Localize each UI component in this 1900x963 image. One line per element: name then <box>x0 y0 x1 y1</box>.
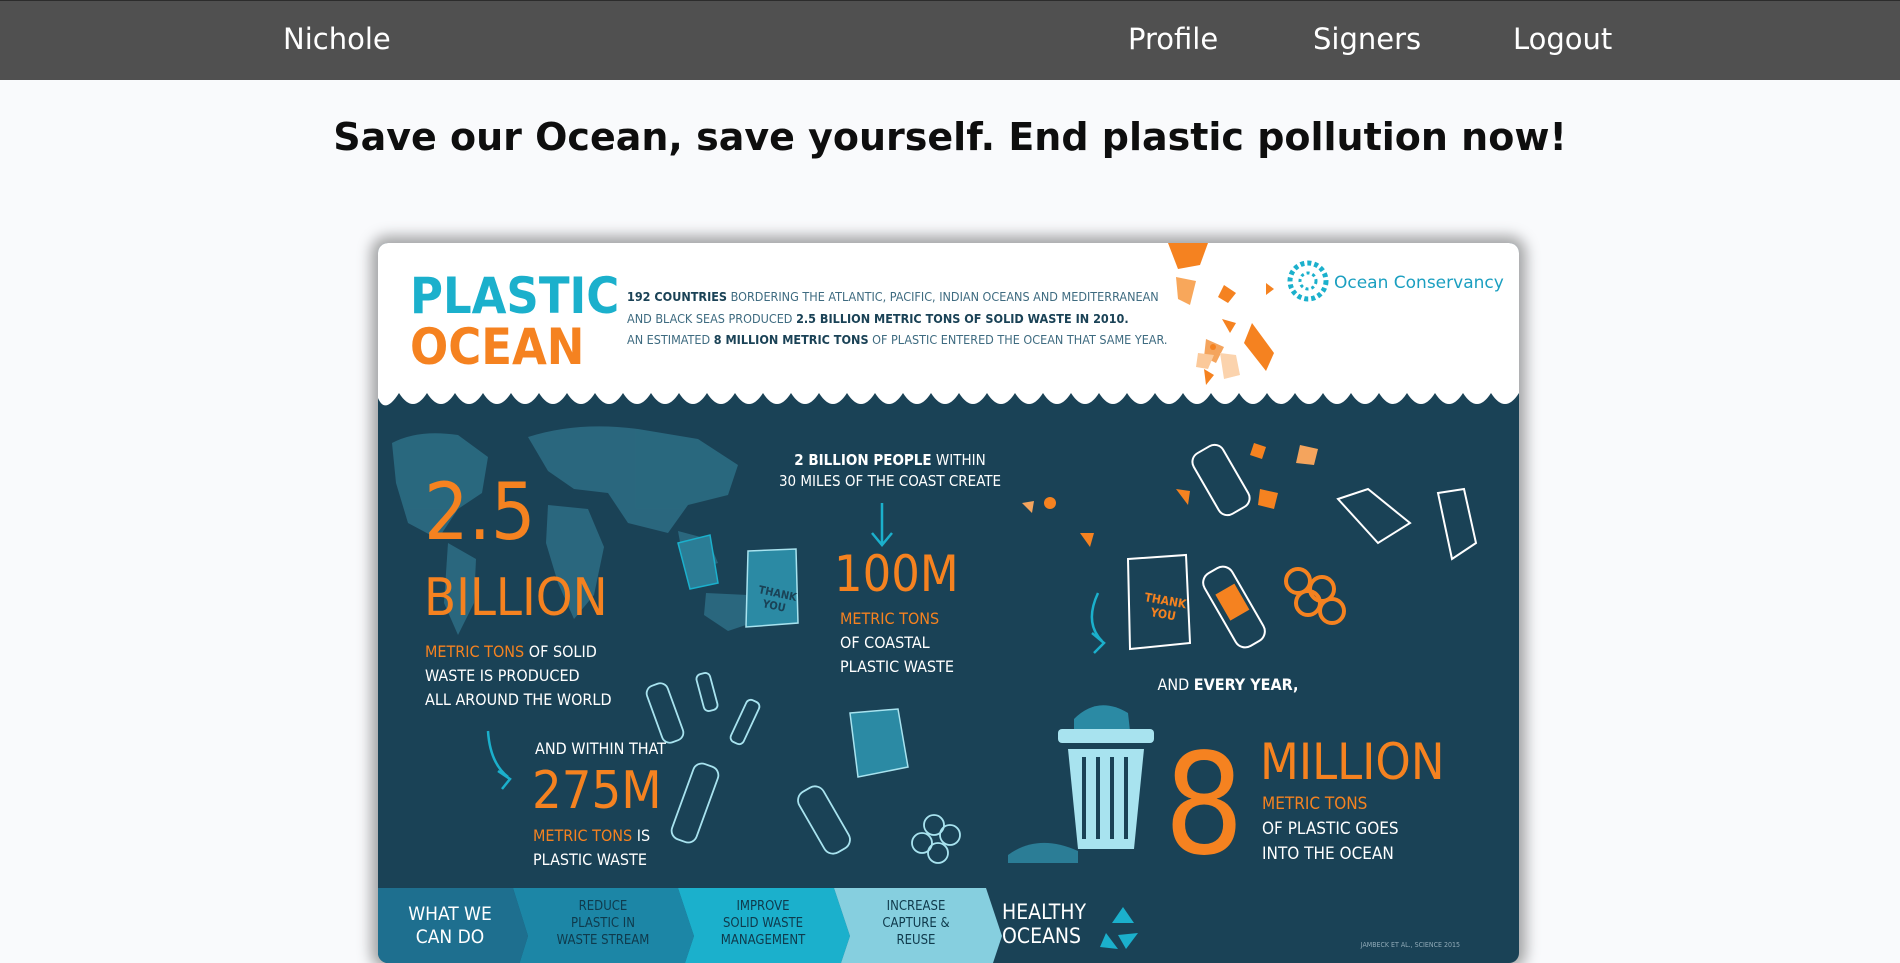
stat1-line1: METRIC TONS OF SOLID <box>425 642 597 661</box>
people-line1: 2 BILLION PEOPLE WITHIN <box>794 451 985 469</box>
every-year-label: AND EVERY YEAR, <box>1158 675 1299 694</box>
step-3-line1: IMPROVE <box>736 899 789 914</box>
infographic-title-line2: OCEAN <box>410 318 584 376</box>
step-3-line2: SOLID WASTE <box>723 916 803 931</box>
recycle-icon <box>1100 907 1138 949</box>
step-2-line2: PLASTIC IN <box>571 916 635 931</box>
stat4-number: 8 <box>1164 724 1244 887</box>
stat1-number: 2.5 <box>424 468 536 558</box>
within-label: AND WITHIN THAT <box>535 739 666 758</box>
stat4-accent: METRIC TONS <box>1262 794 1367 814</box>
infographic-graphic: PLASTIC OCEAN 192 COUNTRIES BORDERING TH… <box>378 243 1519 963</box>
healthy-oceans-line1: HEALTHY <box>1002 900 1086 924</box>
stat4-line3: INTO THE OCEAN <box>1262 844 1394 864</box>
stat2-number: 100M <box>834 545 959 603</box>
nav-profile-link[interactable]: Profile <box>1128 21 1218 57</box>
nav-logout-link[interactable]: Logout <box>1513 21 1612 57</box>
step-1-line1: WHAT WE <box>408 903 492 925</box>
debris-icons: THANK YOU <box>1022 443 1478 654</box>
step-1-line2: CAN DO <box>416 926 484 948</box>
healthy-oceans-line2: OCEANS <box>1002 924 1081 948</box>
intro-line-2: AND BLACK SEAS PRODUCED 2.5 BILLION METR… <box>627 311 1129 326</box>
stat3-line1: METRIC TONS IS <box>533 826 650 845</box>
stat3-number: 275M <box>532 761 662 821</box>
stat4-unit: MILLION <box>1260 733 1444 791</box>
stat3-line2: PLASTIC WASTE <box>533 850 647 869</box>
intro-line-3: AN ESTIMATED 8 MILLION METRIC TONS OF PL… <box>627 332 1167 347</box>
stat2-line2: OF COASTAL <box>840 633 930 652</box>
people-line2: 30 MILES OF THE COAST CREATE <box>779 472 1001 490</box>
step-4-line1: INCREASE <box>887 899 946 914</box>
stat1-line2: WASTE IS PRODUCED <box>425 666 580 685</box>
stat2-accent: METRIC TONS <box>840 609 939 628</box>
action-steps-bar: WHAT WE CAN DO REDUCE PLASTIC IN WASTE S… <box>378 888 1460 963</box>
top-navbar: Nichole Profile Signers Logout <box>0 0 1900 80</box>
stat1-unit: BILLION <box>424 568 608 628</box>
page-title: Save our Ocean, save yourself. End plast… <box>333 115 1567 159</box>
plastic-ocean-infographic: PLASTIC OCEAN 192 COUNTRIES BORDERING TH… <box>378 243 1519 963</box>
arrow-down-icon <box>871 503 893 547</box>
bottle-icons <box>645 672 961 864</box>
infographic-title-line1: PLASTIC <box>410 267 619 325</box>
step-4-line2: CAPTURE & <box>882 916 949 931</box>
intro-line-1: 192 COUNTRIES BORDERING THE ATLANTIC, PA… <box>627 289 1159 304</box>
org-name: Ocean Conservancy <box>1334 273 1504 293</box>
curved-arrow-icon <box>486 730 512 790</box>
stat2-line3: PLASTIC WASTE <box>840 657 954 676</box>
step-2-line1: REDUCE <box>579 899 628 914</box>
stat4-line2: OF PLASTIC GOES <box>1262 819 1399 839</box>
nav-user-name[interactable]: Nichole <box>283 21 391 57</box>
citation: JAMBECK ET AL., SCIENCE 2015 <box>1360 941 1460 949</box>
trash-can-icon <box>1008 705 1154 863</box>
stat1-line3: ALL AROUND THE WORLD <box>425 690 612 709</box>
nav-signers-link[interactable]: Signers <box>1313 21 1421 57</box>
